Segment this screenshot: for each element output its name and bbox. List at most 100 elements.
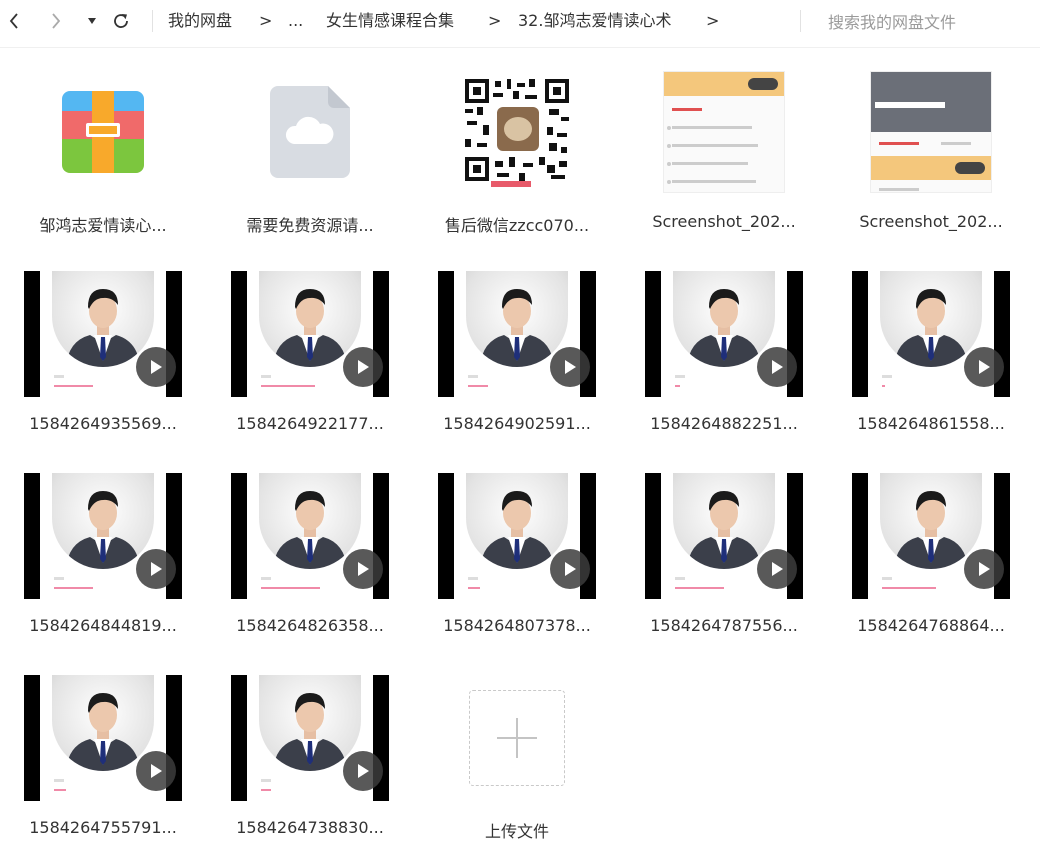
chevron-right-icon: [52, 13, 61, 29]
video-preview: [24, 271, 182, 397]
video-preview: [438, 473, 596, 599]
toolbar-divider: [152, 10, 153, 32]
history-dropdown-button[interactable]: [84, 8, 100, 34]
archive-thumbnail: [14, 62, 192, 202]
file-tile-video[interactable]: 1584264738830...: [221, 668, 399, 858]
person-portrait: [52, 271, 154, 367]
person-portrait: [52, 675, 154, 771]
video-progress-bar: [261, 587, 320, 589]
file-name: 需要免费资源请...: [246, 216, 374, 235]
file-tile-video[interactable]: 1584264826358...: [221, 466, 399, 656]
file-tile-video[interactable]: 1584264861558...: [842, 264, 1020, 454]
video-progress-bar: [468, 587, 480, 589]
file-name: 1584264882251...: [650, 414, 798, 433]
video-thumbnail: [428, 473, 606, 599]
file-name: 1584264787556...: [650, 616, 798, 635]
video-preview: [645, 473, 803, 599]
file-tile-video[interactable]: 1584264787556...: [635, 466, 813, 656]
video-progress-bar: [882, 587, 936, 589]
breadcrumb-current-folder[interactable]: 32.邹鸿志爱情读心术: [518, 10, 671, 32]
search-input[interactable]: 搜索我的网盘文件: [810, 6, 1030, 36]
file-name: Screenshot_202...: [652, 212, 796, 231]
video-progress-bar: [54, 587, 93, 589]
file-name: 1584264755791...: [29, 818, 177, 837]
file-tile-video[interactable]: 1584264807378...: [428, 466, 606, 656]
upload-tile[interactable]: 上传文件: [428, 668, 606, 858]
file-name: 1584264826358...: [236, 616, 384, 635]
document-thumbnail: [221, 62, 399, 202]
file-name: 1584264922177...: [236, 414, 384, 433]
file-tile-document[interactable]: 需要免费资源请...: [221, 62, 399, 252]
breadcrumb-separator: >: [259, 11, 273, 30]
video-preview: [852, 473, 1010, 599]
breadcrumb-root[interactable]: 我的网盘: [168, 10, 232, 32]
play-icon[interactable]: [757, 549, 797, 589]
breadcrumb-ellipsis[interactable]: ...: [288, 10, 303, 32]
breadcrumb-folder-collection[interactable]: 女生情感课程合集: [326, 10, 454, 32]
search-placeholder: 搜索我的网盘文件: [828, 13, 957, 32]
video-thumbnail: [221, 271, 399, 397]
file-tile-video[interactable]: 1584264935569...: [14, 264, 192, 454]
video-thumbnail: [221, 675, 399, 801]
play-icon[interactable]: [964, 347, 1004, 387]
play-icon[interactable]: [343, 347, 383, 387]
screenshot-thumbnail: [842, 62, 1020, 202]
back-button[interactable]: [4, 8, 24, 34]
breadcrumb-separator: >: [488, 11, 502, 30]
refresh-icon: [114, 14, 128, 28]
play-icon[interactable]: [550, 549, 590, 589]
file-tile-video[interactable]: 1584264922177...: [221, 264, 399, 454]
video-thumbnail: [221, 473, 399, 599]
play-icon[interactable]: [550, 347, 590, 387]
play-icon[interactable]: [136, 347, 176, 387]
video-preview: [852, 271, 1010, 397]
upload-dropzone[interactable]: [469, 690, 565, 786]
video-progress-bar: [468, 385, 488, 387]
video-thumbnail: [14, 675, 192, 801]
person-portrait: [259, 271, 361, 367]
person-portrait: [880, 271, 982, 367]
file-tile-video[interactable]: 1584264768864...: [842, 466, 1020, 656]
breadcrumb-separator: >: [706, 11, 720, 30]
file-tile-archive[interactable]: 邹鸿志爱情读心...: [14, 62, 192, 252]
play-icon[interactable]: [343, 751, 383, 791]
file-name: 1584264768864...: [857, 616, 1005, 635]
forward-button[interactable]: [46, 8, 66, 34]
file-name: 1584264861558...: [857, 414, 1005, 433]
file-tile-video[interactable]: 1584264882251...: [635, 264, 813, 454]
person-portrait: [466, 473, 568, 569]
file-tile-screenshot[interactable]: Screenshot_202...: [842, 62, 1020, 252]
qr-code-image: [463, 77, 571, 187]
video-thumbnail: [635, 473, 813, 599]
play-icon[interactable]: [757, 347, 797, 387]
file-tile-video[interactable]: 1584264755791...: [14, 668, 192, 858]
cloud-file-icon: [270, 86, 350, 178]
file-tile-screenshot[interactable]: Screenshot_202...: [635, 62, 813, 252]
video-progress-bar: [261, 789, 271, 791]
upload-thumbnail: [428, 668, 606, 808]
file-name: 邹鸿志爱情读心...: [39, 216, 167, 235]
video-preview: [645, 271, 803, 397]
video-thumbnail: [14, 473, 192, 599]
file-tile-qr-image[interactable]: 售后微信zzcc070...: [428, 62, 606, 252]
file-name: 1584264935569...: [29, 414, 177, 433]
screenshot-thumbnail: [635, 62, 813, 202]
qr-thumbnail: [428, 62, 606, 202]
play-icon[interactable]: [136, 751, 176, 791]
plus-icon: [497, 718, 537, 758]
video-preview: [231, 675, 389, 801]
play-icon[interactable]: [136, 549, 176, 589]
archive-icon: [62, 91, 144, 173]
file-tile-video[interactable]: 1584264902591...: [428, 264, 606, 454]
file-tile-video[interactable]: 1584264844819...: [14, 466, 192, 656]
refresh-button[interactable]: [110, 8, 132, 34]
video-progress-bar: [675, 385, 680, 387]
toolbar: 我的网盘 > ... 女生情感课程合集 > 32.邹鸿志爱情读心术 > 搜索我的…: [0, 0, 1040, 48]
toolbar-divider: [800, 10, 801, 32]
caret-down-icon: [88, 18, 96, 24]
person-portrait: [259, 473, 361, 569]
upload-label: 上传文件: [484, 822, 549, 841]
play-icon[interactable]: [343, 549, 383, 589]
play-icon[interactable]: [964, 549, 1004, 589]
video-progress-bar: [54, 385, 93, 387]
